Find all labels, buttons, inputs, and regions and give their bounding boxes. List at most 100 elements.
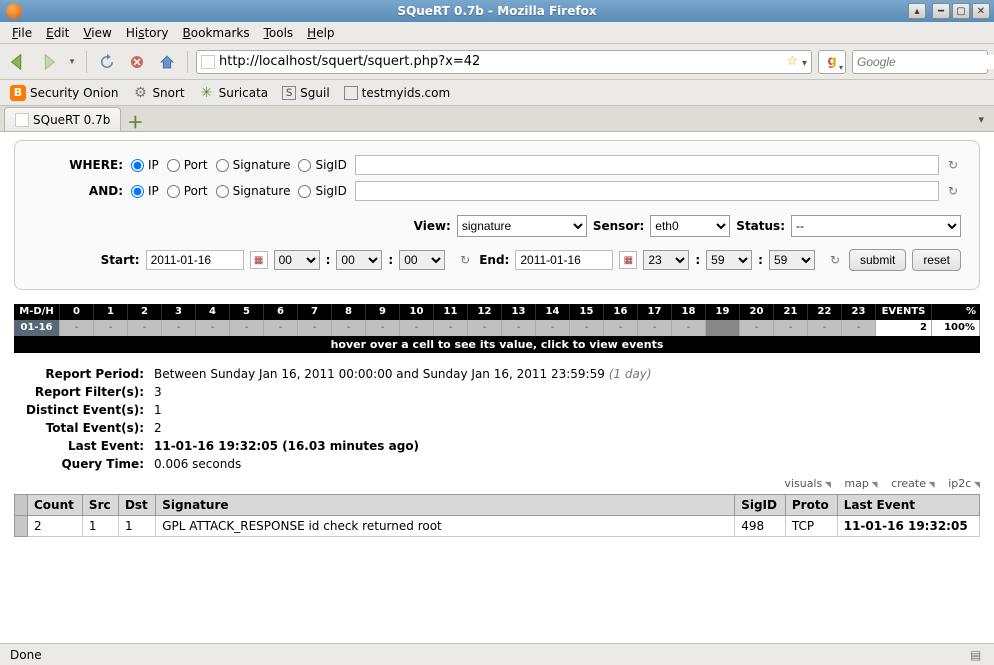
menu-bookmarks[interactable]: Bookmarks: [177, 24, 256, 42]
search-input[interactable]: [857, 55, 994, 69]
tab-list-dropdown[interactable]: [972, 112, 990, 126]
radio-label: IP: [148, 158, 159, 172]
bookmark-snort[interactable]: ⚙Snort: [126, 83, 190, 103]
timeline-hour-cell[interactable]: -: [672, 320, 706, 336]
map-link[interactable]: map: [844, 477, 877, 490]
timeline-hour-cell[interactable]: -: [230, 320, 264, 336]
home-button[interactable]: [155, 50, 179, 74]
timeline-hour-cell[interactable]: -: [604, 320, 638, 336]
bookmark-sguil[interactable]: sSguil: [276, 84, 336, 102]
and-input[interactable]: [355, 181, 939, 201]
refresh-icon[interactable]: ↻: [827, 253, 843, 267]
where-port-radio[interactable]: [167, 159, 180, 172]
reload-button[interactable]: [95, 50, 119, 74]
where-sigid-radio[interactable]: [298, 159, 311, 172]
view-select[interactable]: signature: [457, 215, 587, 237]
new-tab-button[interactable]: ＋: [123, 111, 147, 131]
calendar-icon[interactable]: ▦: [250, 251, 268, 269]
timeline-hour-cell[interactable]: -: [264, 320, 298, 336]
sensor-select[interactable]: eth0: [650, 215, 730, 237]
timeline-hour-cell[interactable]: -: [502, 320, 536, 336]
nav-history-dropdown[interactable]: [66, 50, 78, 74]
timeline-hour-cell[interactable]: -: [332, 320, 366, 336]
col-signature[interactable]: Signature: [156, 495, 735, 516]
tab-squert[interactable]: SQueRT 0.7b: [4, 107, 121, 131]
end-sec-select[interactable]: 59: [769, 250, 815, 270]
bookmark-testmyids[interactable]: testmyids.com: [338, 84, 456, 102]
reset-button[interactable]: reset: [912, 249, 961, 271]
timeline-hour-cell[interactable]: -: [94, 320, 128, 336]
bookmark-suricata[interactable]: ✳Suricata: [193, 83, 275, 103]
bookmark-security-onion[interactable]: BSecurity Onion: [4, 83, 124, 103]
timeline-hour-cell[interactable]: -: [638, 320, 672, 336]
submit-button[interactable]: submit: [849, 249, 906, 271]
timeline-hour-cell[interactable]: -: [740, 320, 774, 336]
timeline-hour-cell[interactable]: -: [842, 320, 876, 336]
refresh-icon[interactable]: ↻: [945, 158, 961, 172]
timeline-hour-cell[interactable]: -: [468, 320, 502, 336]
visuals-link[interactable]: visuals: [784, 477, 831, 490]
url-input[interactable]: [219, 54, 782, 69]
col-count[interactable]: Count: [28, 495, 83, 516]
calendar-icon[interactable]: ▦: [619, 251, 637, 269]
timeline-hour-cell[interactable]: -: [774, 320, 808, 336]
menu-help[interactable]: Help: [301, 24, 340, 42]
start-min-select[interactable]: 00: [336, 250, 382, 270]
search-box[interactable]: [852, 50, 988, 74]
end-min-select[interactable]: 59: [706, 250, 752, 270]
table-row[interactable]: 211GPL ATTACK_RESPONSE id check returned…: [15, 516, 980, 537]
timeline-hour-cell[interactable]: -: [196, 320, 230, 336]
end-hour-select[interactable]: 23: [643, 250, 689, 270]
timeline-hour-cell[interactable]: -: [162, 320, 196, 336]
bookmark-star-icon[interactable]: ☆: [786, 54, 798, 69]
col-last[interactable]: Last Event: [837, 495, 979, 516]
col-src[interactable]: Src: [82, 495, 118, 516]
url-bar[interactable]: ☆: [196, 50, 812, 74]
timeline-hour-cell[interactable]: -: [60, 320, 94, 336]
forward-button[interactable]: [36, 50, 60, 74]
timeline-hour-cell[interactable]: -: [536, 320, 570, 336]
start-date-input[interactable]: [146, 250, 244, 270]
ip2c-link[interactable]: ip2c: [948, 477, 980, 490]
timeline-hour-cell[interactable]: -: [434, 320, 468, 336]
url-history-dropdown[interactable]: [802, 55, 807, 69]
create-link[interactable]: create: [891, 477, 935, 490]
and-sigid-radio[interactable]: [298, 185, 311, 198]
menu-file[interactable]: File: [6, 24, 38, 42]
start-sec-select[interactable]: 00: [399, 250, 445, 270]
and-port-radio[interactable]: [167, 185, 180, 198]
window-minimize-button[interactable]: ━: [932, 3, 950, 19]
where-signature-radio[interactable]: [216, 159, 229, 172]
timeline-hour-cell[interactable]: -: [570, 320, 604, 336]
window-roll-up-button[interactable]: ▴: [908, 3, 926, 19]
col-dst[interactable]: Dst: [118, 495, 155, 516]
timeline-hour-cell[interactable]: -: [366, 320, 400, 336]
page-identity-icon[interactable]: [201, 55, 215, 69]
where-ip-radio[interactable]: [131, 159, 144, 172]
row-handle[interactable]: [15, 516, 28, 537]
menu-history[interactable]: History: [120, 24, 175, 42]
start-hour-select[interactable]: 00: [274, 250, 320, 270]
search-provider-button[interactable]: g: [818, 50, 846, 74]
menu-edit[interactable]: Edit: [40, 24, 75, 42]
window-maximize-button[interactable]: ▢: [952, 3, 970, 19]
end-date-input[interactable]: [515, 250, 613, 270]
timeline-hour-cell[interactable]: -: [808, 320, 842, 336]
where-input[interactable]: [355, 155, 939, 175]
timeline-hour-cell[interactable]: [706, 320, 740, 336]
menu-tools[interactable]: Tools: [258, 24, 300, 42]
timeline-hour-cell[interactable]: -: [298, 320, 332, 336]
back-button[interactable]: [6, 50, 30, 74]
stop-button[interactable]: [125, 50, 149, 74]
refresh-icon[interactable]: ↻: [457, 253, 473, 267]
window-close-button[interactable]: ✕: [972, 3, 990, 19]
col-proto[interactable]: Proto: [785, 495, 837, 516]
refresh-icon[interactable]: ↻: [945, 184, 961, 198]
col-sigid[interactable]: SigID: [735, 495, 786, 516]
timeline-hour-cell[interactable]: -: [128, 320, 162, 336]
timeline-hour-cell[interactable]: -: [400, 320, 434, 336]
and-ip-radio[interactable]: [131, 185, 144, 198]
status-select[interactable]: --: [791, 215, 961, 237]
and-signature-radio[interactable]: [216, 185, 229, 198]
menu-view[interactable]: View: [77, 24, 117, 42]
